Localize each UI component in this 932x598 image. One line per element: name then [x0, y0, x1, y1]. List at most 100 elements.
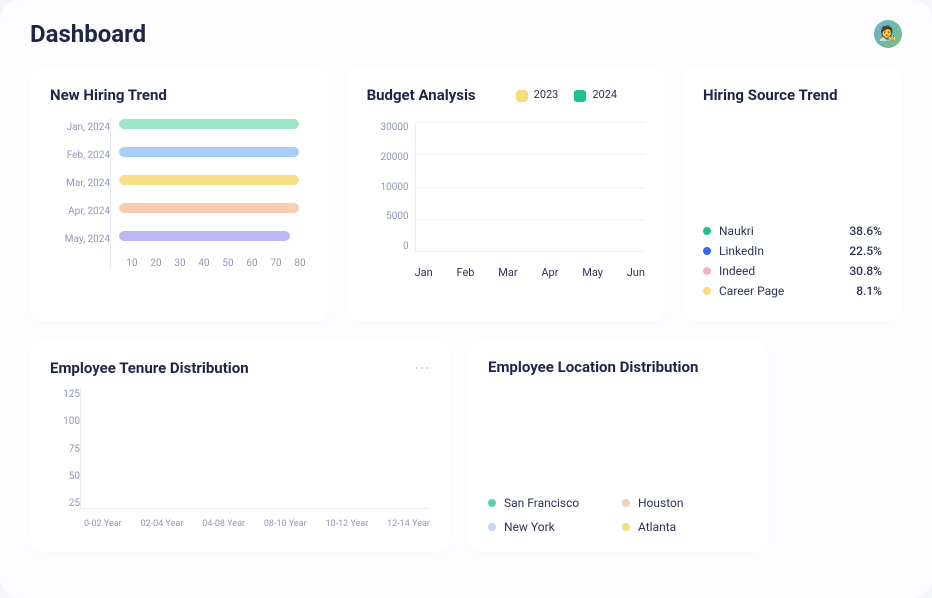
y-tick: 25	[50, 498, 80, 509]
source-value: 8.1%	[856, 284, 882, 298]
y-tick: 5000	[367, 211, 409, 222]
y-tick: Mar, 2024	[50, 178, 110, 188]
x-tick: 60	[245, 258, 259, 269]
tenure-x-axis: 0-02 Year 02-04 Year 04-08 Year 08-10 Ye…	[50, 519, 430, 529]
card-tenure: Employee Tenure Distribution ⋯ 125 100 7…	[30, 340, 450, 552]
x-tick: 50	[221, 258, 235, 269]
y-tick: 100	[50, 416, 80, 427]
x-tick: Feb	[456, 266, 474, 279]
y-tick: Apr, 2024	[50, 206, 110, 216]
page-title: Dashboard	[30, 20, 146, 48]
card-title: Hiring Source Trend	[703, 86, 882, 104]
x-tick: 08-10 Year	[264, 519, 307, 529]
budget-y-axis: 30000 20000 10000 5000 0	[367, 122, 415, 252]
dashboard-page: Dashboard 🧑‍🎨 New Hiring Trend Jan, 2024…	[0, 0, 932, 598]
source-name-label: Naukri	[719, 224, 754, 238]
x-tick: 04-08 Year	[202, 519, 245, 529]
avatar[interactable]: 🧑‍🎨	[874, 20, 902, 48]
legend-swatch	[516, 90, 528, 102]
budget-grid	[415, 122, 645, 252]
legend-label: San Francisco	[504, 496, 579, 510]
bar	[119, 119, 299, 129]
card-title: Employee Location Distribution	[488, 358, 748, 376]
tenure-plot-area	[80, 389, 430, 509]
source-name-label: Career Page	[719, 284, 784, 298]
y-tick: 20000	[367, 152, 409, 163]
legend-label: 2023	[534, 88, 559, 101]
legend-swatch	[574, 90, 586, 102]
y-tick: 75	[50, 444, 80, 455]
y-tick: 0	[367, 241, 409, 252]
x-tick: 12-14 Year	[387, 519, 430, 529]
dot-icon	[622, 499, 630, 507]
legend-item: Houston	[622, 496, 732, 510]
y-tick: 10000	[367, 182, 409, 193]
x-tick: 10	[125, 258, 139, 269]
x-tick: 30	[173, 258, 187, 269]
legend-item: New York	[488, 520, 598, 534]
bar	[119, 147, 299, 157]
hiring-trend-y-labels: Jan, 2024 Feb, 2024 Mar, 2024 Apr, 2024 …	[50, 118, 110, 269]
x-tick: 70	[269, 258, 283, 269]
header: Dashboard 🧑‍🎨	[30, 20, 902, 48]
source-name-label: LinkedIn	[719, 244, 764, 258]
y-tick: Jan, 2024	[50, 122, 110, 132]
location-legend: San Francisco Houston New York Atlanta	[488, 496, 748, 534]
dot-icon	[622, 523, 630, 531]
legend-label: Houston	[638, 496, 684, 510]
y-tick: Feb, 2024	[50, 150, 110, 160]
legend-item: 2023	[516, 88, 559, 101]
y-tick: 30000	[367, 122, 409, 133]
legend-item: San Francisco	[488, 496, 598, 510]
legend-label: Atlanta	[638, 520, 676, 534]
card-location: Employee Location Distribution San Franc…	[468, 340, 768, 552]
x-tick: Jan	[415, 266, 433, 279]
x-tick: 02-04 Year	[141, 519, 184, 529]
dot-icon	[488, 523, 496, 531]
dot-icon	[488, 499, 496, 507]
source-item: Indeed 30.8%	[703, 264, 882, 278]
legend-label: New York	[504, 520, 555, 534]
card-title: New Hiring Trend	[50, 86, 309, 104]
x-tick: Mar	[498, 266, 517, 279]
legend-item: Atlanta	[622, 520, 732, 534]
source-list: Naukri 38.6% LinkedIn 22.5% Indeed 30.8%…	[703, 224, 882, 298]
card-hiring-trend: New Hiring Trend Jan, 2024 Feb, 2024 Mar…	[30, 68, 329, 322]
source-name-label: Indeed	[719, 264, 755, 278]
x-tick: Jun	[627, 266, 645, 279]
y-tick: May, 2024	[50, 234, 110, 244]
card-budget-analysis: Budget Analysis 2023 2024 30000 20000 10…	[347, 68, 665, 322]
source-value: 22.5%	[849, 244, 882, 258]
dot-icon	[703, 247, 711, 255]
budget-legend: 2023 2024	[516, 88, 617, 101]
x-tick: 80	[293, 258, 307, 269]
source-value: 38.6%	[849, 224, 882, 238]
more-icon[interactable]: ⋯	[414, 358, 430, 377]
dot-icon	[703, 227, 711, 235]
tenure-y-axis: 125 100 75 50 25	[50, 389, 80, 509]
source-item: Career Page 8.1%	[703, 284, 882, 298]
x-tick: 40	[197, 258, 211, 269]
x-tick: 0-02 Year	[84, 519, 122, 529]
y-tick: 50	[50, 471, 80, 482]
card-title: Budget Analysis	[367, 86, 476, 104]
hiring-trend-x-axis: 10 20 30 40 50 60 70 80	[119, 257, 309, 269]
y-tick: 125	[50, 389, 80, 400]
dot-icon	[703, 267, 711, 275]
bar	[119, 203, 299, 213]
legend-item: 2024	[574, 88, 617, 101]
legend-label: 2024	[592, 88, 617, 101]
x-tick: 10-12 Year	[326, 519, 369, 529]
x-tick: 20	[149, 258, 163, 269]
card-hiring-source: Hiring Source Trend Naukri 38.6% LinkedI…	[683, 68, 902, 322]
source-item: Naukri 38.6%	[703, 224, 882, 238]
budget-x-axis: Jan Feb Mar Apr May Jun	[367, 266, 645, 279]
source-item: LinkedIn 22.5%	[703, 244, 882, 258]
x-tick: Apr	[541, 266, 558, 279]
bar	[119, 175, 299, 185]
x-tick: May	[582, 266, 603, 279]
source-value: 30.8%	[849, 264, 882, 278]
bar	[119, 231, 290, 241]
dot-icon	[703, 287, 711, 295]
card-title: Employee Tenure Distribution	[50, 359, 249, 377]
